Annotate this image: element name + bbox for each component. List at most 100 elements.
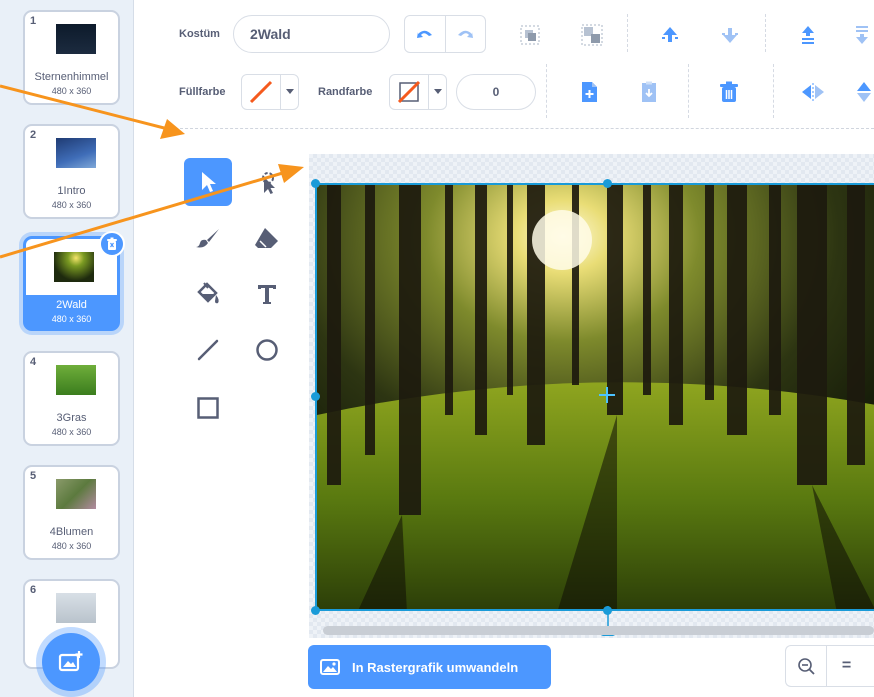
paste-button[interactable] <box>633 76 665 108</box>
costume-thumbnail <box>56 593 96 623</box>
costume-size: 480 x 360 <box>51 541 92 551</box>
center-crosshair-icon <box>599 387 615 403</box>
backward-button[interactable] <box>714 19 746 51</box>
costume-label: Kostüm <box>179 28 220 40</box>
text-t-icon <box>258 285 276 304</box>
image-icon <box>320 659 340 675</box>
redo-icon <box>458 30 474 38</box>
fill-tool[interactable] <box>184 270 232 318</box>
undo-icon <box>416 30 432 38</box>
eraser-icon <box>255 228 278 248</box>
costume-tile-4[interactable]: 4 3Gras 480 x 360 <box>23 351 120 446</box>
caret-down-icon <box>433 89 442 94</box>
outline-color-picker[interactable] <box>389 74 447 110</box>
costume-tile-1[interactable]: 1 Sternenhimmel 480 x 360 <box>23 10 120 105</box>
arrow-down-icon <box>722 28 738 43</box>
costume-number: 1 <box>30 15 37 27</box>
zoom-controls: = <box>785 645 874 687</box>
back-button[interactable] <box>852 19 874 51</box>
front-button[interactable] <box>792 19 824 51</box>
flip-horizontal-button[interactable] <box>797 76 829 108</box>
outline-width-input[interactable]: 0 <box>456 74 536 110</box>
undo-button[interactable] <box>405 16 445 52</box>
copy-button[interactable] <box>573 76 605 108</box>
rectangle-tool[interactable] <box>184 384 232 432</box>
line-icon <box>197 339 219 361</box>
convert-to-bitmap-button[interactable]: In Rastergrafik umwandeln <box>308 645 551 689</box>
costume-number: 2 <box>30 129 37 141</box>
forward-button[interactable] <box>654 19 686 51</box>
costume-thumbnail <box>56 24 96 54</box>
paint-bucket-icon <box>197 282 219 304</box>
annotation-arrowhead <box>160 119 185 139</box>
brush-tool[interactable] <box>184 214 232 262</box>
outline-dropdown[interactable] <box>428 75 446 109</box>
costume-size: 480 x 360 <box>51 200 92 210</box>
outline-color-label: Randfarbe <box>318 86 373 98</box>
costume-number: 5 <box>30 470 37 482</box>
caret-down-icon <box>285 89 294 94</box>
resize-handle[interactable] <box>311 392 320 401</box>
group-button[interactable] <box>514 19 546 51</box>
flip-horizontal-icon <box>802 83 824 101</box>
flip-vertical-icon <box>857 82 871 102</box>
horizontal-scrollbar[interactable] <box>323 626 874 635</box>
convert-button-label: In Rastergrafik umwandeln <box>352 659 519 675</box>
fill-dropdown[interactable] <box>280 75 298 109</box>
costume-name: 3Gras <box>56 412 87 424</box>
copy-icon <box>582 82 597 102</box>
no-color-icon <box>249 80 273 104</box>
toolbar-divider <box>170 128 874 129</box>
ungroup-icon <box>581 24 603 46</box>
costume-size: 480 x 360 <box>51 427 92 437</box>
costume-image[interactable] <box>315 183 874 611</box>
circle-icon <box>256 339 278 361</box>
trash-icon <box>720 81 738 102</box>
eraser-tool[interactable] <box>243 214 291 262</box>
circle-tool[interactable] <box>243 326 291 374</box>
group-icon <box>520 25 540 45</box>
trash-icon <box>107 237 117 250</box>
resize-handle[interactable] <box>603 179 612 188</box>
brush-icon <box>196 229 219 248</box>
delete-costume-button[interactable] <box>99 231 125 257</box>
rectangle-icon <box>197 397 219 419</box>
reshape-tool[interactable] <box>243 158 291 206</box>
costume-thumbnail <box>54 252 94 282</box>
ungroup-button[interactable] <box>576 19 608 51</box>
select-tool[interactable] <box>184 158 232 206</box>
separator <box>627 14 628 52</box>
zoom-out-button[interactable] <box>786 646 826 686</box>
arrow-up-icon <box>662 27 678 42</box>
costume-name: 1Intro <box>57 185 86 197</box>
separator <box>773 64 774 118</box>
flip-vertical-button[interactable] <box>855 76 874 108</box>
costume-size: 480 x 360 <box>51 86 92 96</box>
text-tool[interactable] <box>243 270 291 318</box>
reshape-icon <box>262 172 275 194</box>
redo-button[interactable] <box>444 16 486 52</box>
costume-number: 6 <box>30 584 37 596</box>
fill-color-label: Füllfarbe <box>179 86 226 98</box>
separator <box>546 64 547 118</box>
resize-handle[interactable] <box>311 179 320 188</box>
fill-swatch <box>242 75 280 109</box>
add-costume-button[interactable] <box>42 633 100 691</box>
bring-to-front-icon <box>802 26 814 44</box>
costume-name: Sternenhimmel <box>34 71 109 83</box>
costume-tile-2[interactable]: 2 1Intro 480 x 360 <box>23 124 120 219</box>
cursor-arrow-icon <box>202 172 216 192</box>
costume-list: 1 Sternenhimmel 480 x 360 2 1Intro 480 x… <box>0 0 134 697</box>
costume-tile-5[interactable]: 5 4Blumen 480 x 360 <box>23 465 120 560</box>
no-outline-icon <box>397 80 421 104</box>
line-tool[interactable] <box>184 326 232 374</box>
resize-handle[interactable] <box>311 606 320 615</box>
delete-button[interactable] <box>713 76 745 108</box>
costume-thumbnail <box>56 365 96 395</box>
separator <box>688 64 689 118</box>
undo-redo-group <box>404 15 486 53</box>
fill-color-picker[interactable] <box>241 74 299 110</box>
paste-icon <box>642 81 656 102</box>
costume-name-input[interactable]: 2Wald <box>233 15 390 53</box>
zoom-reset-button[interactable]: = <box>826 646 866 686</box>
